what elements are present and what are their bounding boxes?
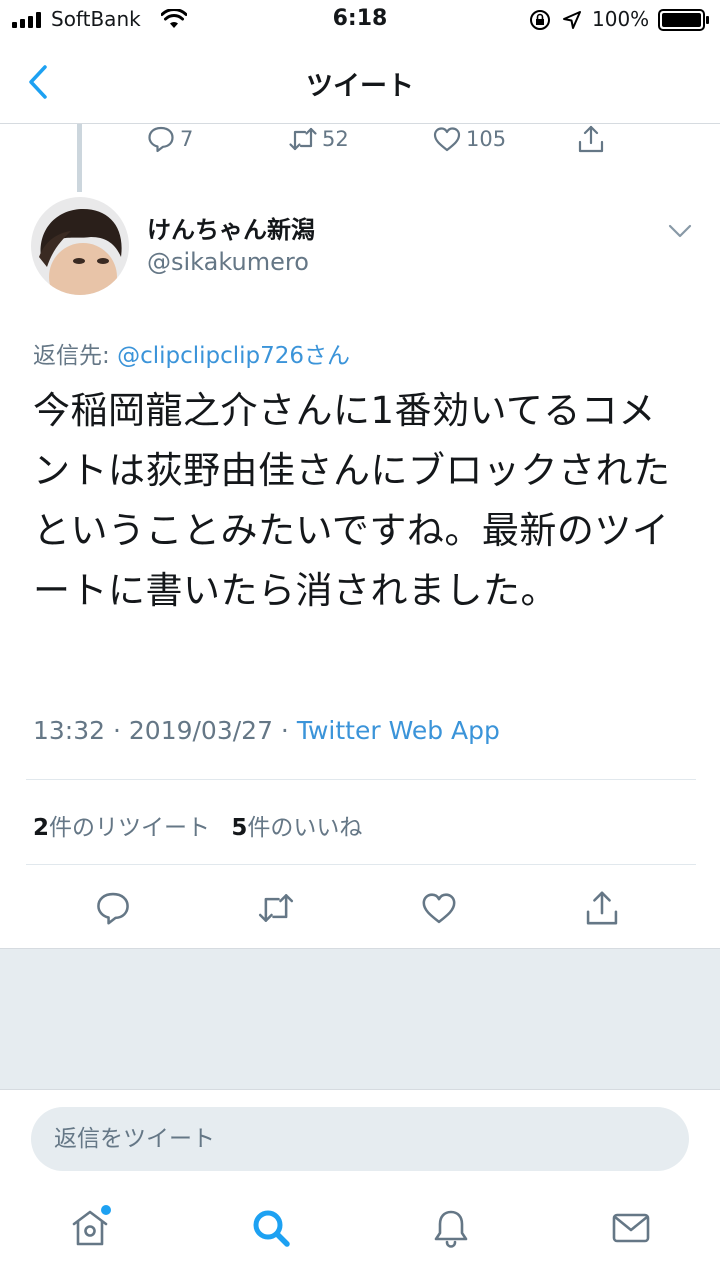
search-icon (253, 1210, 290, 1247)
heart-icon (433, 127, 461, 152)
prev-retweet-button[interactable]: 52 (288, 122, 349, 156)
tweet-text: 今稲岡龍之介さんに1番効いてるコメントは荻野由佳さんにブロックされたということみ… (33, 389, 671, 612)
retweets-stat[interactable]: 2件のリツイート (33, 815, 210, 841)
speech-bubble-icon (97, 892, 129, 925)
retweet-label: 件のリツイート (49, 815, 211, 841)
status-bar: SoftBank 6:18 100% (0, 0, 720, 40)
retweet-button[interactable] (254, 886, 298, 930)
tweet-actions (0, 886, 720, 930)
chevron-down-icon[interactable] (666, 220, 694, 242)
heart-icon (422, 893, 456, 924)
tab-search[interactable] (243, 1200, 299, 1256)
retweet-count: 2 (33, 815, 50, 841)
speech-bubble-icon (148, 126, 174, 153)
retweet-icon (258, 894, 294, 922)
envelope-icon (612, 1213, 650, 1243)
prev-share-button[interactable] (576, 122, 610, 156)
previous-tweet-actions: 7 52 105 (0, 122, 720, 156)
divider (26, 864, 696, 865)
reply-context: 返信先: @clipclipclip726さん (33, 336, 350, 370)
prev-like-button[interactable]: 105 (432, 122, 506, 156)
divider (26, 779, 696, 780)
new-content-badge (101, 1205, 111, 1215)
likes-stat[interactable]: 5件のいいね (231, 815, 362, 841)
retweet-icon (289, 127, 317, 151)
tweet-stats: 2件のリツイート 5件のいいね (33, 808, 376, 842)
battery-percent: 100% (592, 7, 650, 31)
profile-photo (31, 197, 129, 295)
reply-button[interactable] (91, 886, 135, 930)
share-icon (578, 125, 604, 153)
nav-bar: ツイート (0, 40, 720, 124)
tweet-timestamp: 13:32 · 2019/03/27 · (33, 716, 297, 745)
prev-reply-count: 7 (180, 127, 194, 151)
share-icon (586, 891, 618, 925)
avatar[interactable] (31, 197, 129, 295)
tab-messages[interactable] (603, 1200, 659, 1256)
tweet-meta: 13:32 · 2019/03/27 · Twitter Web App (33, 716, 500, 745)
reply-mention-link[interactable]: @clipclipclip726さん (117, 343, 350, 369)
reply-bar (0, 1089, 720, 1188)
location-icon (563, 11, 581, 29)
like-count: 5 (231, 815, 248, 841)
user-handle[interactable]: @sikakumero (147, 248, 309, 276)
rotation-lock-icon (530, 10, 550, 30)
display-name[interactable]: けんちゃん新潟 (147, 210, 315, 245)
tweet-source-link[interactable]: Twitter Web App (297, 716, 500, 745)
reply-input[interactable] (31, 1107, 689, 1171)
page-title: ツイート (306, 71, 414, 102)
tab-bar (0, 1188, 720, 1280)
share-button[interactable] (580, 886, 624, 930)
bell-icon (434, 1210, 468, 1248)
empty-replies-area (0, 948, 720, 1089)
like-button[interactable] (417, 886, 461, 930)
reply-to-label: 返信先: (33, 343, 118, 369)
prev-reply-button[interactable]: 7 (146, 122, 193, 156)
tab-notifications[interactable] (423, 1200, 479, 1256)
prev-retweet-count: 52 (322, 127, 349, 151)
battery-icon (658, 9, 709, 31)
like-label: 件のいいね (247, 815, 363, 841)
prev-like-count: 105 (466, 127, 507, 151)
